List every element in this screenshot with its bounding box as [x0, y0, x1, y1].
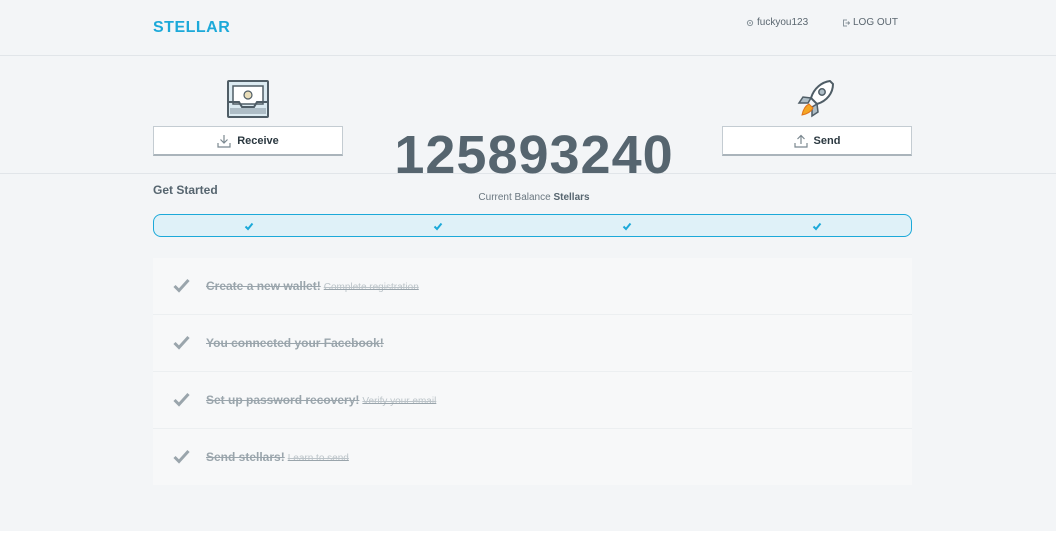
logo[interactable]: STELLAR — [153, 19, 230, 37]
inbox-tray-icon — [227, 80, 269, 118]
upload-icon — [793, 134, 808, 148]
checkmark-icon — [173, 449, 190, 464]
task-link[interactable]: Learn to send — [288, 453, 349, 464]
progress-check-icon — [812, 222, 822, 231]
balance-label: Current Balance Stellars — [384, 192, 684, 203]
logout-icon — [843, 19, 850, 26]
progress-check-icon — [622, 222, 632, 231]
checkmark-icon — [173, 278, 190, 293]
task-list: Create a new wallet! Complete registratio… — [153, 258, 912, 485]
progress-check-icon — [433, 222, 443, 231]
task-item: Create a new wallet! Complete registratio… — [153, 258, 912, 315]
get-started-title: Get Started — [153, 183, 218, 197]
username: fuckyou123 — [757, 17, 809, 28]
send-button[interactable]: Send — [722, 126, 912, 156]
task-title: Create a new wallet! Complete registratio… — [206, 279, 419, 293]
task-item: You connected your Facebook! — [153, 315, 912, 372]
send-label: Send — [813, 134, 841, 147]
task-title: You connected your Facebook! — [206, 336, 384, 350]
balance-amount: 125893240 — [394, 125, 674, 185]
balance-panel: Receive 125893240 Current Balance Stella… — [0, 56, 1056, 203]
task-link[interactable]: Complete registration — [324, 282, 419, 293]
logout-button[interactable]: LOG OUT — [842, 17, 898, 28]
task-title: Send stellars! Learn to send — [206, 450, 349, 464]
progress-check-icon — [244, 222, 254, 231]
download-icon — [217, 134, 231, 148]
progress-bar — [153, 214, 912, 237]
receive-button[interactable]: Receive — [153, 126, 343, 156]
user-menu[interactable]: fuckyou123 — [746, 17, 808, 28]
task-title: Set up password recovery! Verify your ema… — [206, 393, 437, 407]
task-item: Send stellars! Learn to send — [153, 429, 912, 485]
rocket-icon — [797, 79, 835, 118]
footer-section — [0, 531, 1056, 560]
balance-unit: Stellars — [553, 192, 590, 203]
receive-label: Receive — [237, 134, 279, 147]
balance-label-prefix: Current Balance — [478, 192, 551, 203]
task-link[interactable]: Verify your email — [362, 396, 436, 407]
checkmark-icon — [173, 335, 190, 350]
top-bar: STELLAR fuckyou123 LOG OUT — [0, 0, 1056, 56]
checkmark-icon — [173, 392, 190, 407]
logout-label: LOG OUT — [853, 17, 899, 28]
task-item: Set up password recovery! Verify your ema… — [153, 372, 912, 429]
gear-icon — [746, 19, 754, 26]
